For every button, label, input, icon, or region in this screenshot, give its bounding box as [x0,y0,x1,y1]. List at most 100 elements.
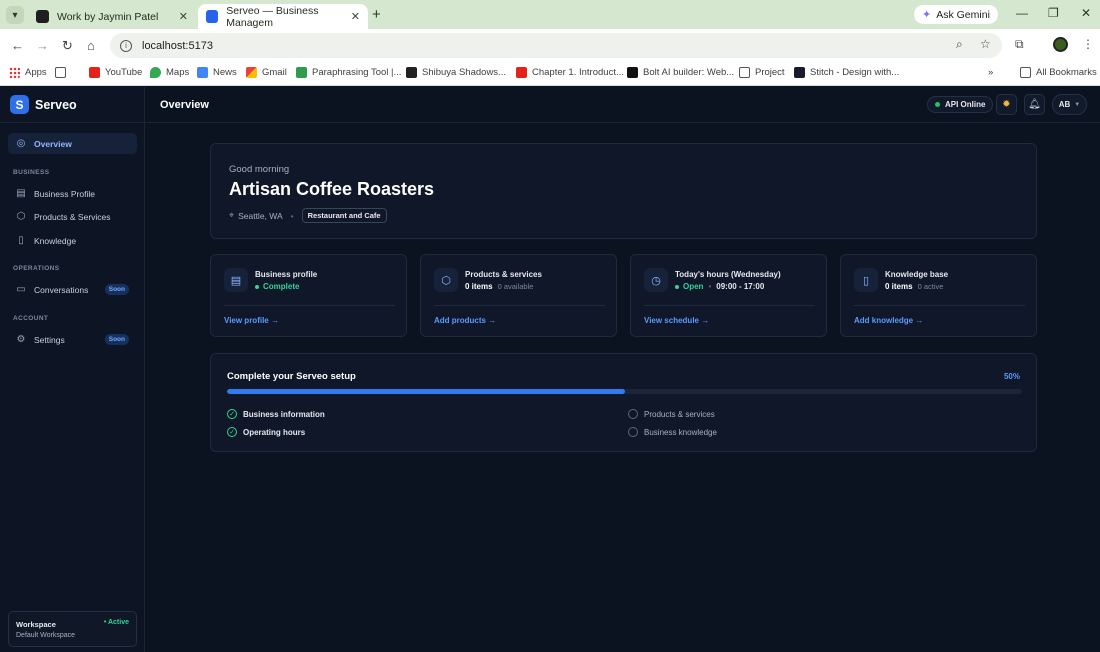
zoom-icon[interactable]: ⌕ [956,37,963,52]
bookmark-gmail[interactable]: Gmail [246,67,287,78]
sidebar-divider [0,122,145,123]
brand[interactable]: S Serveo [10,95,77,114]
all-bookmarks[interactable]: All Bookmarks [1020,67,1097,78]
tab-search-chevron-icon[interactable]: ▾ [6,6,24,24]
workspace-status-badge: • Active [103,619,129,626]
back-arrow-icon[interactable]: ← [11,38,24,53]
setup-progress-card: Complete your Serveo setup 50% ✓ Busines… [210,353,1037,452]
sidebar-item-settings[interactable]: ⚙ Settings Soon [8,329,137,350]
stat-card-hours: ◷ Today's hours (Wednesday) Open • 09:00… [630,254,827,337]
sidebar-item-label: Overview [34,138,72,149]
api-status-label: API Online [945,100,986,109]
empty-circle-icon [628,427,638,437]
bookmark-maps[interactable]: Maps [150,67,189,78]
address-bar[interactable]: i localhost:5173 [110,33,1002,58]
nav-section-business: BUSINESS [13,169,50,176]
tab-close-icon[interactable]: ✕ [179,10,188,23]
paraphrasing-icon [296,67,307,78]
business-meta: ⌖ Seattle, WA • Restaurant and Cafe [229,208,387,223]
sidebar-item-label: Business Profile [34,188,95,199]
status-dot-icon [935,102,940,107]
check-circle-icon: ✓ [227,409,237,419]
bookmark-star-icon[interactable]: ☆ [980,37,991,51]
bookmark-shibuya[interactable]: Shibuya Shadows... [406,67,506,78]
browser-toolbar: ← → ↻ ⌂ i localhost:5173 ⌕ ☆ ⧉ ⋮ [0,29,1100,62]
user-menu-button[interactable]: AB ▼ [1052,94,1087,115]
nav-section-operations: OPERATIONS [13,265,60,272]
location-pin-icon: ⌖ [229,210,235,220]
ask-gemini-button[interactable]: ✦ Ask Gemini [914,5,998,24]
bookmark-bolt[interactable]: Bolt AI builder: Web... [627,67,734,78]
book-icon: ▯ [854,268,878,292]
tab-favicon-icon [206,10,219,23]
tab-title: Work by Jaymin Patel [57,10,159,23]
bookmark-apps[interactable]: Apps [9,67,47,78]
new-tab-plus-icon[interactable]: + [372,6,381,23]
browser-menu-icon[interactable]: ⋮ [1082,37,1094,51]
stat-subtitle: Complete [255,282,299,291]
restore-icon[interactable]: ❐ [1048,6,1059,20]
chevron-down-icon: ▼ [1074,101,1081,108]
home-icon[interactable]: ⌂ [87,38,95,53]
business-location: Seattle, WA [238,210,283,221]
sidebar-item-conversations[interactable]: ▭ Conversations Soon [8,279,137,300]
browser-tab-2[interactable]: Serveo — Business Managem ✕ [198,4,368,29]
sidebar: S Serveo ◎ Overview BUSINESS ▤ Business … [0,87,145,652]
bookmarks-overflow-icon[interactable]: » [988,67,993,78]
bookmark-grid[interactable] [55,67,71,78]
hours-range: 09:00 - 17:00 [716,282,765,291]
status-dot-icon [675,284,679,289]
compass-icon: ◎ [16,138,26,149]
profile-avatar[interactable] [1053,37,1068,52]
sidebar-item-products[interactable]: ⬡ Products & Services [8,206,137,227]
bookmark-news[interactable]: News [197,67,237,78]
add-products-link[interactable]: Add products → [434,316,496,325]
tab-close-icon[interactable]: ✕ [351,10,360,23]
address-url: localhost:5173 [142,39,213,52]
hours-status: Open [683,282,704,291]
reload-icon[interactable]: ↻ [62,38,73,54]
package-icon: ⬡ [16,211,26,222]
bookmark-youtube[interactable]: YouTube [89,67,142,78]
checklist-label: Business knowledge [644,427,717,437]
stitch-icon [794,67,805,78]
bookmark-project[interactable]: Project [739,67,785,78]
stat-title: Today's hours (Wednesday) [675,270,781,279]
card-divider [854,305,1025,306]
serveo-logo-icon: S [10,95,29,114]
empty-circle-icon [628,409,638,419]
add-knowledge-link[interactable]: Add knowledge → [854,316,923,325]
sidebar-item-business-profile[interactable]: ▤ Business Profile [8,183,137,204]
tab-title: Serveo — Business Managem [226,4,319,29]
setup-title: Complete your Serveo setup [227,371,356,382]
soon-badge: Soon [104,284,129,295]
sidebar-item-knowledge[interactable]: ▯ Knowledge [8,230,137,251]
bookmark-chapter[interactable]: Chapter 1. Introduct... [516,67,624,78]
forward-arrow-icon[interactable]: → [36,38,49,53]
bookmark-stitch[interactable]: Stitch - Design with... [794,67,899,78]
checklist-label: Business information [243,409,325,419]
api-status-badge: API Online [927,96,994,113]
minimize-icon[interactable]: — [1016,6,1028,20]
sidebar-item-overview[interactable]: ◎ Overview [8,133,137,154]
theme-toggle-button[interactable]: ✹ [996,94,1017,115]
knowledge-count: 0 items [885,282,913,291]
extensions-icon[interactable]: ⧉ [1015,37,1024,52]
bookmark-paraphrasing[interactable]: Paraphrasing Tool |... [296,67,401,78]
view-profile-link[interactable]: View profile → [224,316,279,325]
notifications-button[interactable]: 🔔︎ [1024,94,1045,115]
view-schedule-link[interactable]: View schedule → [644,316,709,325]
user-initials: AB [1058,100,1071,109]
site-info-icon[interactable]: i [120,39,132,52]
checklist-label: Products & services [644,409,715,419]
window-close-icon[interactable]: ✕ [1081,6,1091,20]
storefront-icon: ▤ [16,188,26,199]
stat-title: Business profile [255,270,318,279]
page-title: Overview [160,99,209,111]
card-divider [434,305,605,306]
workspace-card[interactable]: Workspace Default Workspace • Active [8,611,137,647]
folder-icon [739,67,750,78]
browser-tab-1[interactable]: Work by Jaymin Patel ✕ [28,4,196,29]
soon-badge: Soon [104,334,129,345]
workspace-title: Workspace [16,620,56,629]
